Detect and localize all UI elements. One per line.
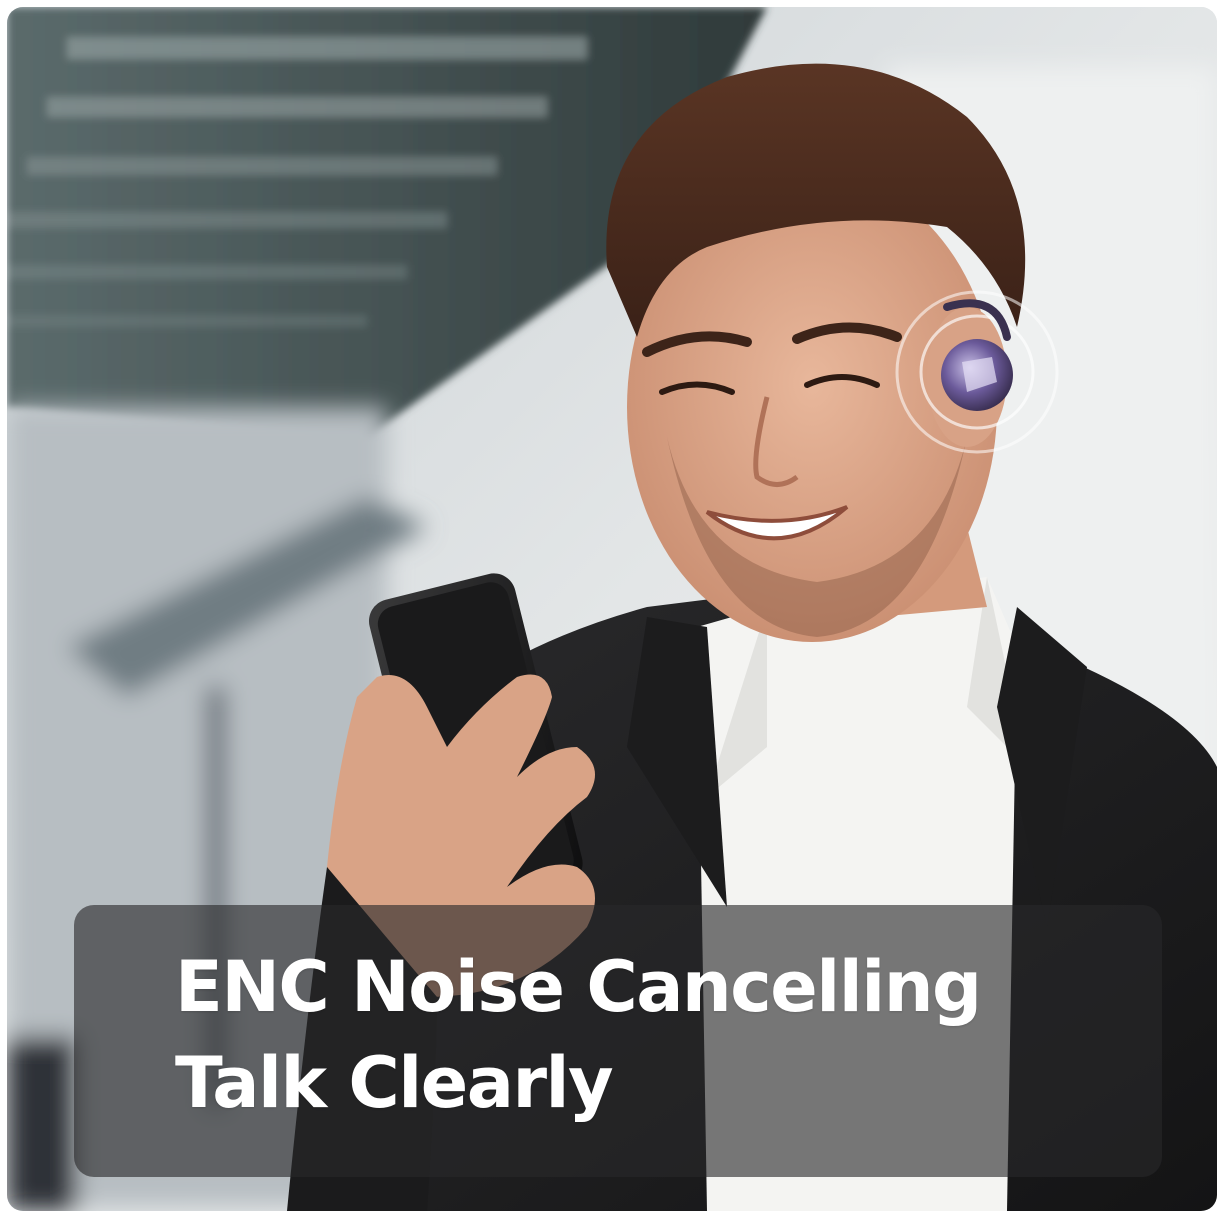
headline-line-2: Talk Clearly (175, 1042, 614, 1124)
product-image-card (7, 7, 1217, 1211)
headline-line-1: ENC Noise Cancelling (175, 946, 982, 1028)
